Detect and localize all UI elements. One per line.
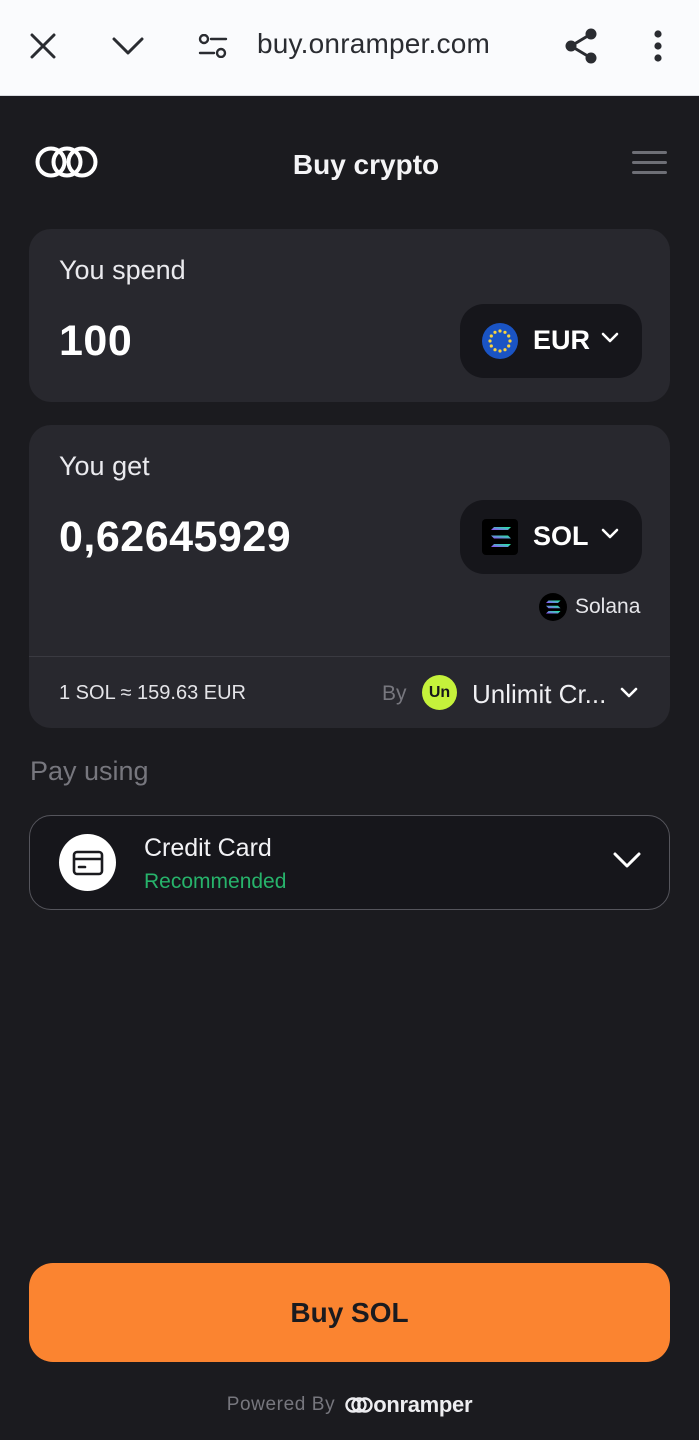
exchange-rate: 1 SOL ≈ 159.63 EUR bbox=[59, 682, 247, 704]
network-tag: Solana bbox=[539, 593, 640, 621]
solana-icon bbox=[482, 519, 518, 555]
receive-card: You get 0,62645929 SOL Solana 1 SOL ≈ 15… bbox=[29, 425, 670, 728]
powered-by-footer: Powered By onramper bbox=[0, 1392, 699, 1418]
buy-button[interactable]: Buy SOL bbox=[29, 1263, 670, 1362]
browser-toolbar: buy.onramper.com bbox=[0, 0, 699, 96]
solana-network-icon bbox=[539, 593, 567, 621]
currency-select-button[interactable]: EUR bbox=[460, 304, 642, 378]
chevron-down-icon[interactable] bbox=[620, 686, 638, 704]
provider-select[interactable]: Unlimit Cr... bbox=[472, 679, 606, 710]
currency-code: EUR bbox=[533, 325, 591, 355]
share-icon[interactable] bbox=[559, 22, 603, 70]
close-icon[interactable] bbox=[21, 22, 65, 70]
quote-row: 1 SOL ≈ 159.63 EUR By Un Unlimit Cr... bbox=[29, 656, 670, 728]
credit-card-icon bbox=[59, 834, 116, 891]
token-select-button[interactable]: SOL bbox=[460, 500, 642, 574]
hamburger-menu-icon[interactable] bbox=[630, 149, 668, 175]
chevron-down-icon bbox=[601, 527, 619, 545]
spend-label: You spend bbox=[59, 255, 186, 285]
more-vert-icon[interactable] bbox=[636, 22, 680, 70]
chevron-down-icon bbox=[612, 850, 642, 875]
payment-method-select[interactable]: Credit Card Recommended bbox=[29, 815, 670, 910]
receive-amount: 0,62645929 bbox=[59, 513, 292, 561]
url-bar[interactable]: buy.onramper.com bbox=[257, 28, 490, 60]
app-header: Buy crypto bbox=[0, 97, 699, 227]
token-code: SOL bbox=[533, 521, 589, 551]
network-name: Solana bbox=[575, 595, 641, 618]
pay-using-label: Pay using bbox=[30, 756, 149, 786]
spend-amount-input[interactable]: 100 bbox=[59, 317, 132, 366]
recommended-badge: Recommended bbox=[144, 870, 287, 893]
brand-name: onramper bbox=[373, 1392, 473, 1417]
receive-label: You get bbox=[59, 451, 150, 481]
onramper-brand-icon bbox=[345, 1397, 373, 1413]
site-settings-icon[interactable] bbox=[191, 22, 235, 70]
powered-by-label: Powered By bbox=[226, 1394, 336, 1415]
chevron-down-icon[interactable] bbox=[106, 22, 150, 70]
by-label: By bbox=[382, 682, 407, 705]
eu-flag-icon bbox=[482, 323, 518, 359]
chevron-down-icon bbox=[601, 331, 619, 349]
provider-logo-icon: Un bbox=[422, 675, 457, 710]
spend-card: You spend 100 EUR bbox=[29, 229, 670, 402]
payment-method-name: Credit Card bbox=[144, 834, 272, 862]
page-title: Buy crypto bbox=[292, 149, 440, 180]
